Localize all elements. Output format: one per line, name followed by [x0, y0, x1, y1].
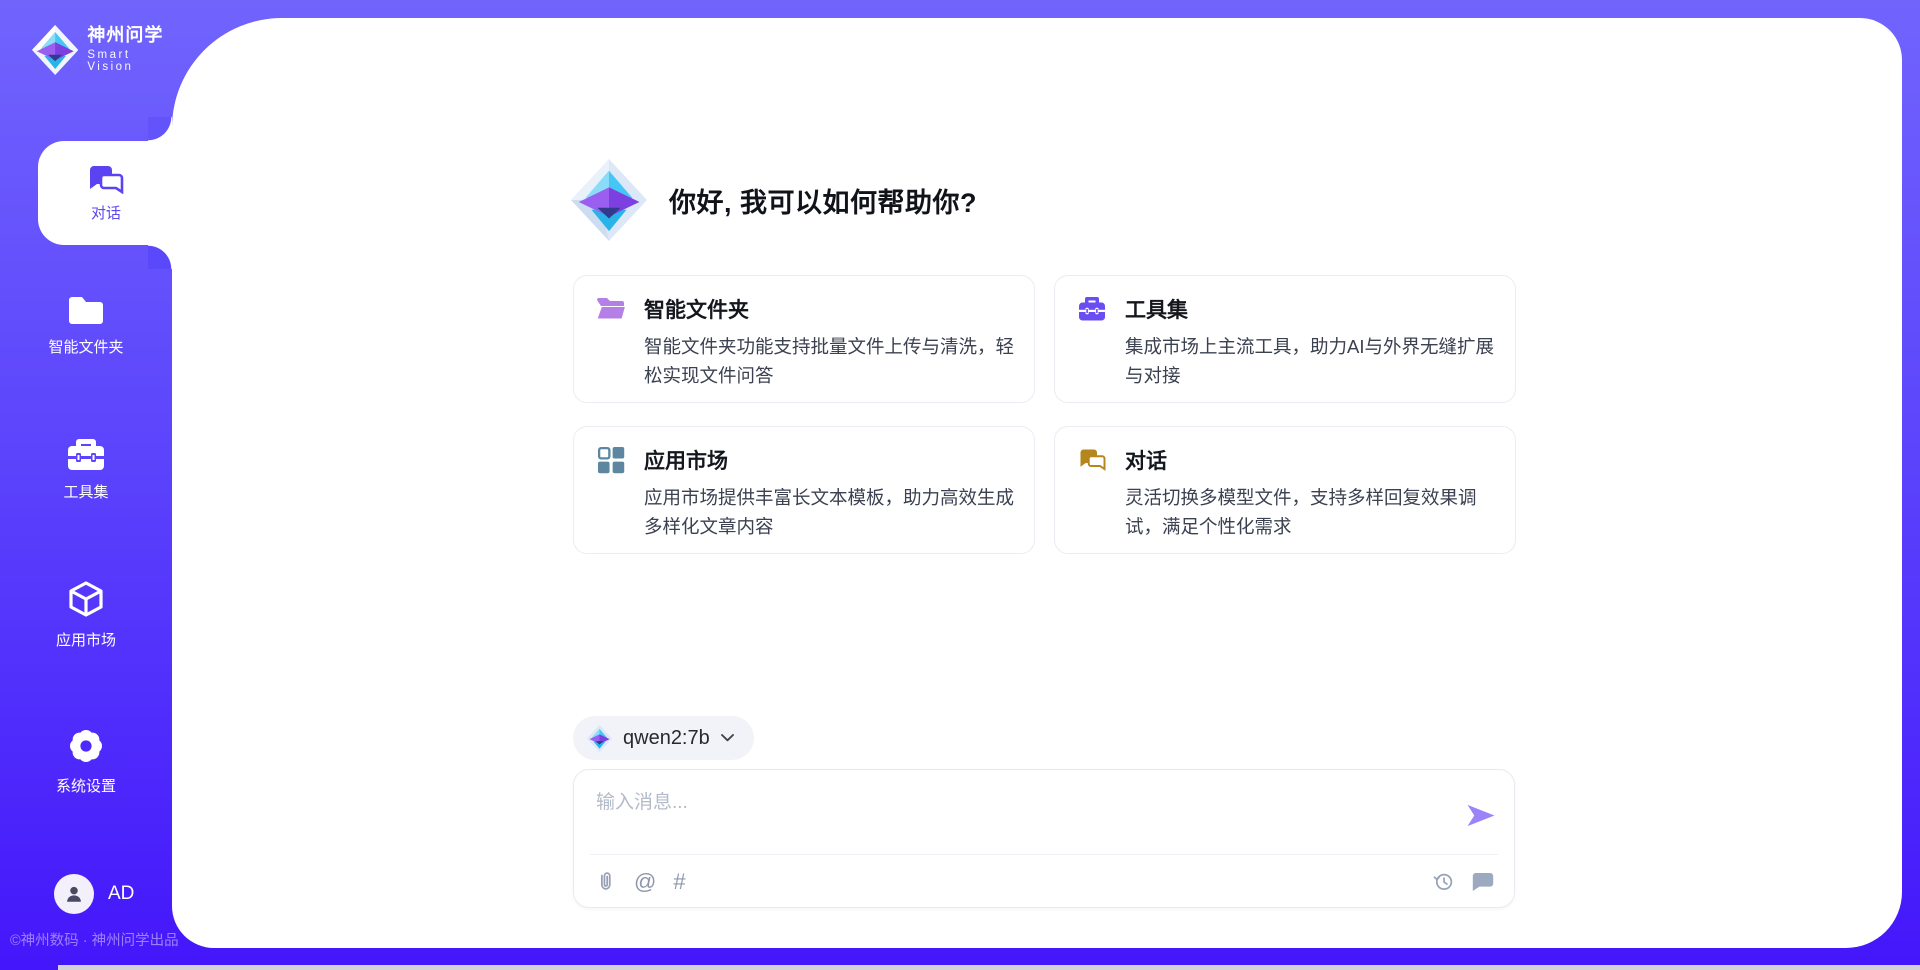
briefcase-icon	[66, 438, 106, 472]
tab-fillet-top	[148, 117, 172, 141]
at-icon[interactable]: @	[634, 871, 656, 893]
sidebar-item-label: 对话	[91, 202, 121, 223]
card-description: 灵活切换多模型文件，支持多样回复效果调试，满足个性化需求	[1125, 483, 1495, 541]
card-description: 智能文件夹功能支持批量文件上传与清洗，轻松实现文件问答	[644, 332, 1014, 390]
chat-icon	[88, 164, 124, 196]
sidebar-item-toolset[interactable]: 工具集	[16, 438, 156, 502]
sidebar-item-label: 工具集	[63, 481, 108, 502]
copyright-text: ©神州数码 · 神州问学出品	[10, 929, 180, 950]
main-content-panel: 你好, 我可以如何帮助你? 智能文件夹 智能文件夹功能支持批量文件上传与清洗，轻…	[172, 18, 1902, 948]
sidebar-item-label: 智能文件夹	[48, 336, 123, 357]
brand-logo: 神州问学 Smart Vision	[32, 22, 172, 78]
message-input[interactable]	[596, 787, 1436, 845]
card-title: 智能文件夹	[644, 294, 749, 324]
message-composer: @ #	[573, 769, 1515, 908]
tab-fillet-bottom	[148, 245, 172, 269]
user-name: AD	[108, 883, 134, 905]
card-title: 工具集	[1125, 294, 1188, 324]
feature-cards: 智能文件夹 智能文件夹功能支持批量文件上传与清洗，轻松实现文件问答	[573, 275, 1517, 554]
horizontal-scrollbar[interactable]	[58, 965, 1920, 970]
brand-subtitle: Smart Vision	[87, 49, 172, 74]
apps-grid-icon	[596, 446, 626, 474]
card-toolset[interactable]: 工具集 集成市场上主流工具，助力AI与外界无缝扩展与对接	[1054, 275, 1516, 403]
sidebar-item-label: 系统设置	[56, 775, 116, 796]
user-account[interactable]: AD	[54, 874, 134, 914]
page-title: 你好, 我可以如何帮助你?	[669, 181, 977, 220]
send-icon[interactable]	[1466, 803, 1496, 833]
brand-name: 神州问学	[87, 26, 172, 46]
chevron-down-icon	[721, 734, 734, 742]
briefcase-icon	[1077, 297, 1107, 322]
folder-open-icon	[596, 297, 626, 321]
paperclip-icon[interactable]	[595, 870, 617, 893]
greeting-row: 你好, 我可以如何帮助你?	[571, 159, 977, 241]
folder-icon	[66, 294, 106, 327]
card-smart-folder[interactable]: 智能文件夹 智能文件夹功能支持批量文件上传与清洗，轻松实现文件问答	[573, 275, 1035, 403]
card-title: 应用市场	[644, 445, 728, 475]
history-icon[interactable]	[1432, 870, 1455, 893]
cube-icon	[66, 580, 106, 620]
composer-toolbar: @ #	[595, 855, 1494, 908]
card-app-market[interactable]: 应用市场 应用市场提供丰富长文本模板，助力高效生成多样化文章内容	[573, 426, 1035, 554]
model-selector[interactable]: qwen2:7b	[573, 716, 754, 760]
chat-icon	[1077, 448, 1107, 472]
app-logo-icon	[571, 159, 647, 241]
hash-icon[interactable]: #	[673, 871, 685, 893]
card-chat[interactable]: 对话 灵活切换多模型文件，支持多样回复效果调试，满足个性化需求	[1054, 426, 1516, 554]
brand-logo-icon	[32, 22, 78, 78]
sidebar-item-smart-folder[interactable]: 智能文件夹	[16, 294, 156, 357]
card-description: 应用市场提供丰富长文本模板，助力高效生成多样化文章内容	[644, 483, 1014, 541]
model-logo-icon	[587, 725, 612, 752]
model-name: qwen2:7b	[623, 727, 710, 750]
sidebar: 神州问学 Smart Vision 对话 智能文件夹	[0, 0, 172, 970]
card-description: 集成市场上主流工具，助力AI与外界无缝扩展与对接	[1125, 332, 1495, 390]
card-title: 对话	[1125, 445, 1167, 475]
person-icon	[63, 883, 85, 905]
sidebar-item-app-market[interactable]: 应用市场	[16, 580, 156, 650]
sidebar-item-settings[interactable]: 系统设置	[16, 726, 156, 796]
avatar	[54, 874, 94, 914]
sidebar-item-chat[interactable]: 对话	[38, 141, 174, 245]
chat-bubble-icon[interactable]	[1472, 872, 1494, 892]
sidebar-item-label: 应用市场	[56, 629, 116, 650]
gear-icon	[66, 726, 106, 766]
